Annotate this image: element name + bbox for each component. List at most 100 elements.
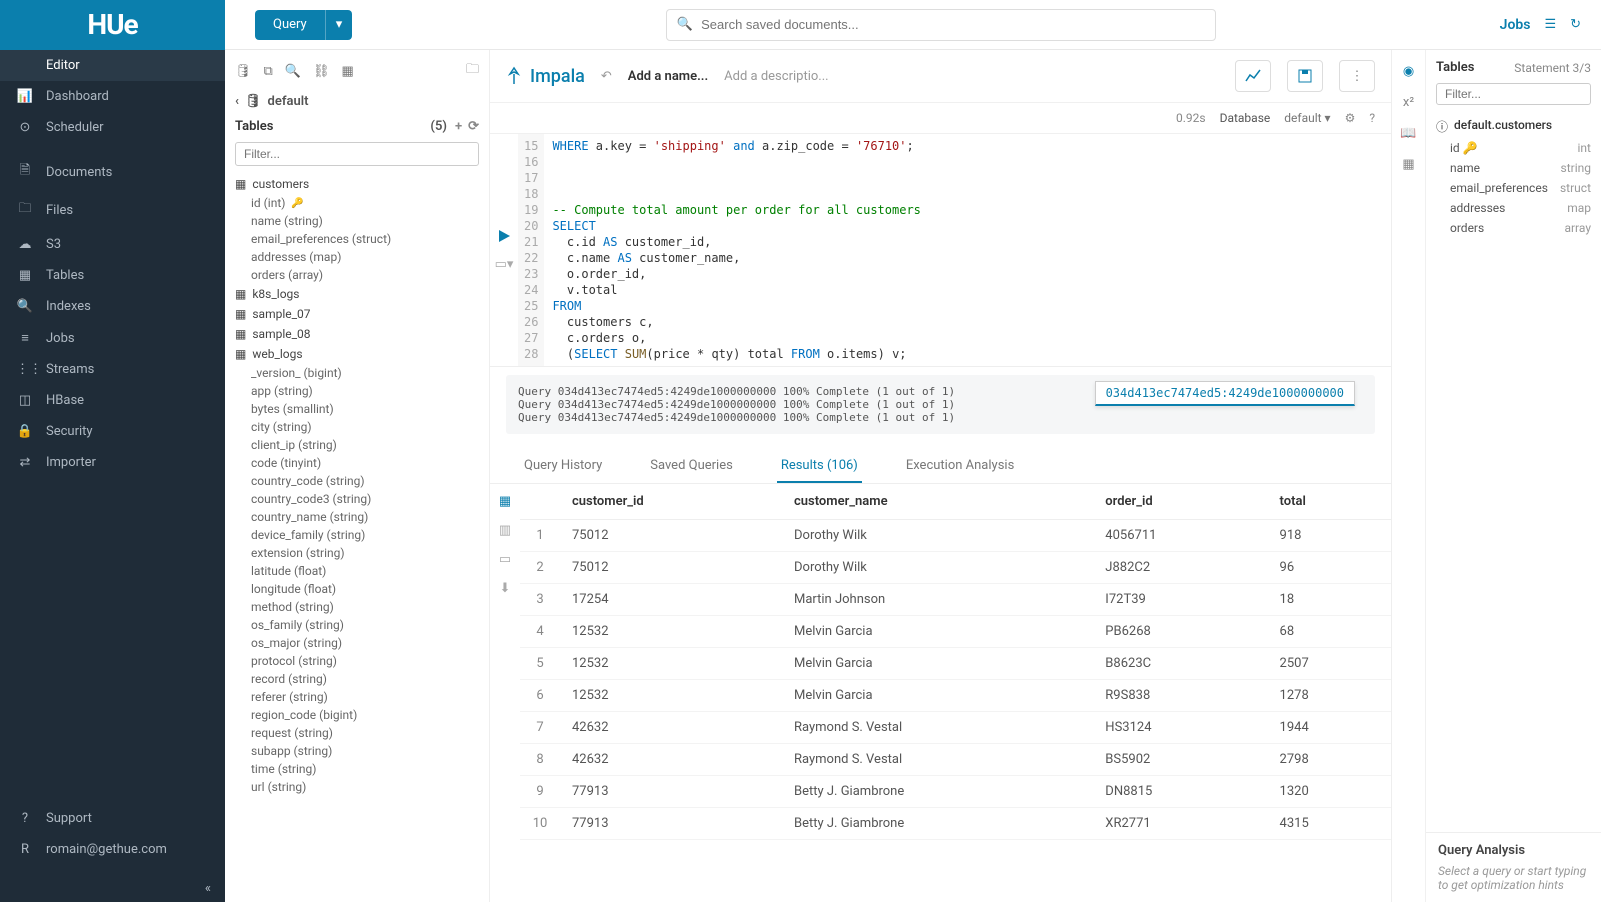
nav-jobs[interactable]: ≡Jobs — [0, 322, 225, 354]
run-button[interactable] — [497, 229, 511, 243]
help-icon[interactable]: ? — [1369, 111, 1375, 125]
calendar-icon[interactable]: ▦ — [1402, 157, 1414, 172]
column-item[interactable]: id (int) 🔑 — [233, 194, 481, 212]
zoom-icon[interactable]: 🔍 — [285, 64, 301, 79]
column-item[interactable]: country_name (string) — [233, 508, 481, 526]
nav-footer-item[interactable]: ?Support — [0, 803, 225, 834]
column-item[interactable]: city (string) — [233, 418, 481, 436]
table-row[interactable]: 275012Dorothy WilkJ882C296 — [520, 552, 1391, 584]
tab-execution-analysis[interactable]: Execution Analysis — [902, 450, 1018, 483]
nav-scheduler[interactable]: ⊙Scheduler — [0, 112, 225, 143]
jobs-list-icon[interactable]: ☰ — [1544, 17, 1556, 32]
tab-saved-queries[interactable]: Saved Queries — [646, 450, 737, 483]
column-item[interactable]: name (string) — [233, 212, 481, 230]
column-item[interactable]: addresses (map) — [233, 248, 481, 266]
column-item[interactable]: method (string) — [233, 598, 481, 616]
right-column-item[interactable]: id 🔑int — [1436, 138, 1591, 158]
save-button[interactable] — [1287, 60, 1323, 92]
folder-icon[interactable]: 🗀 — [466, 60, 479, 82]
table-row[interactable]: 317254Martin JohnsonI72T3918 — [520, 584, 1391, 616]
refresh-icon[interactable]: ⟳ — [468, 119, 479, 134]
grid-view-icon[interactable]: ▦ — [499, 494, 511, 509]
database-selector[interactable]: default ▾ — [1284, 111, 1330, 125]
column-item[interactable]: request (string) — [233, 724, 481, 742]
table-row[interactable]: 742632Raymond S. VestalHS31241944 — [520, 712, 1391, 744]
column-header[interactable]: total — [1268, 484, 1391, 520]
nav-indexes[interactable]: 🔍Indexes — [0, 291, 225, 322]
assistant-icon[interactable]: ◉ — [1403, 64, 1414, 79]
right-column-item[interactable]: addressesmap — [1436, 198, 1591, 218]
tab-query-history[interactable]: Query History — [520, 450, 606, 483]
nav-tables[interactable]: ▦Tables — [0, 260, 225, 291]
table-row[interactable]: 1077913Betty J. GiambroneXR27714315 — [520, 808, 1391, 840]
column-item[interactable]: referer (string) — [233, 688, 481, 706]
right-column-item[interactable]: namestring — [1436, 158, 1591, 178]
grid-icon[interactable]: ▦ — [342, 64, 354, 79]
column-item[interactable]: email_preferences (struct) — [233, 230, 481, 248]
column-item[interactable]: country_code (string) — [233, 472, 481, 490]
column-item[interactable]: extension (string) — [233, 544, 481, 562]
download-icon[interactable]: ⬇ — [500, 581, 511, 596]
add-name-field[interactable]: Add a name... — [628, 69, 708, 84]
breadcrumb[interactable]: ‹ 🛢 default — [225, 88, 489, 115]
table-row[interactable]: 412532Melvin GarciaPB626868 — [520, 616, 1391, 648]
column-item[interactable]: record (string) — [233, 670, 481, 688]
column-item[interactable]: app (string) — [233, 382, 481, 400]
more-button[interactable]: ⋮ — [1339, 60, 1375, 92]
nav-streams[interactable]: ⋮⋮Streams — [0, 354, 225, 385]
column-item[interactable]: _version_ (bigint) — [233, 364, 481, 382]
bar-chart-icon[interactable]: ▥ — [499, 523, 511, 538]
column-item[interactable]: region_code (bigint) — [233, 706, 481, 724]
nav-footer-item[interactable]: Rromain@gethue.com — [0, 834, 225, 865]
nav-s3[interactable]: ☁S3 — [0, 229, 225, 260]
presentation-icon[interactable]: ▭▾ — [495, 257, 514, 272]
query-button[interactable]: Query ▾ — [255, 10, 352, 40]
table-sample_08[interactable]: ▦sample_08 — [233, 324, 481, 344]
column-header[interactable]: customer_id — [560, 484, 782, 520]
code-editor[interactable]: 1516171819202122232425262728 WHERE a.key… — [518, 134, 1391, 366]
column-item[interactable]: protocol (string) — [233, 652, 481, 670]
add-icon[interactable]: + — [455, 119, 462, 134]
right-column-item[interactable]: email_preferencesstruct — [1436, 178, 1591, 198]
nav-hbase[interactable]: ◫HBase — [0, 385, 225, 416]
book-icon[interactable]: 📖 — [1400, 126, 1416, 141]
history-icon[interactable]: ↻ — [1570, 17, 1581, 32]
database-icon[interactable]: 🛢 — [235, 64, 252, 79]
sitemap-icon[interactable]: ⛓ — [313, 64, 330, 79]
column-item[interactable]: device_family (string) — [233, 526, 481, 544]
table-row[interactable]: 977913Betty J. GiambroneDN88151320 — [520, 776, 1391, 808]
table-row[interactable]: 842632Raymond S. VestalBS59022798 — [520, 744, 1391, 776]
tables-filter-input[interactable] — [235, 142, 479, 166]
column-item[interactable]: client_ip (string) — [233, 436, 481, 454]
undo-icon[interactable]: ↶ — [601, 69, 612, 84]
gear-icon[interactable]: ⚙ — [1345, 111, 1356, 125]
tab-results-[interactable]: Results (106) — [777, 450, 862, 483]
engine-selector[interactable]: Impala — [506, 66, 585, 87]
table-row[interactable]: 612532Melvin GarciaR9S8381278 — [520, 680, 1391, 712]
nav-editor[interactable]: Editor — [0, 50, 225, 81]
column-item[interactable]: orders (array) — [233, 266, 481, 284]
column-item[interactable]: code (tinyint) — [233, 454, 481, 472]
right-filter-input[interactable] — [1436, 83, 1591, 105]
table-row[interactable]: 512532Melvin GarciaB8623C2507 — [520, 648, 1391, 680]
column-item[interactable]: country_code3 (string) — [233, 490, 481, 508]
nav-importer[interactable]: ⇄Importer — [0, 447, 225, 478]
book-icon[interactable]: ▭ — [499, 552, 511, 567]
nav-documents[interactable]: 🗎Documents — [0, 153, 225, 191]
column-item[interactable]: latitude (float) — [233, 562, 481, 580]
nav-files[interactable]: 🗀Files — [0, 191, 225, 229]
right-column-item[interactable]: ordersarray — [1436, 218, 1591, 238]
collapse-nav-icon[interactable]: « — [0, 875, 225, 902]
right-table-root[interactable]: ⓘdefault.customers — [1436, 115, 1591, 138]
column-item[interactable]: bytes (smallint) — [233, 400, 481, 418]
table-customers[interactable]: ▦customers — [233, 174, 481, 194]
search-box[interactable]: 🔍 — [666, 9, 1216, 41]
column-item[interactable]: url (string) — [233, 778, 481, 796]
column-header[interactable]: customer_name — [782, 484, 1093, 520]
column-item[interactable]: os_family (string) — [233, 616, 481, 634]
copy-icon[interactable]: ⧉ — [264, 64, 273, 79]
column-item[interactable]: os_major (string) — [233, 634, 481, 652]
column-item[interactable]: time (string) — [233, 760, 481, 778]
superscript-icon[interactable]: x² — [1403, 95, 1414, 110]
table-web_logs[interactable]: ▦web_logs — [233, 344, 481, 364]
